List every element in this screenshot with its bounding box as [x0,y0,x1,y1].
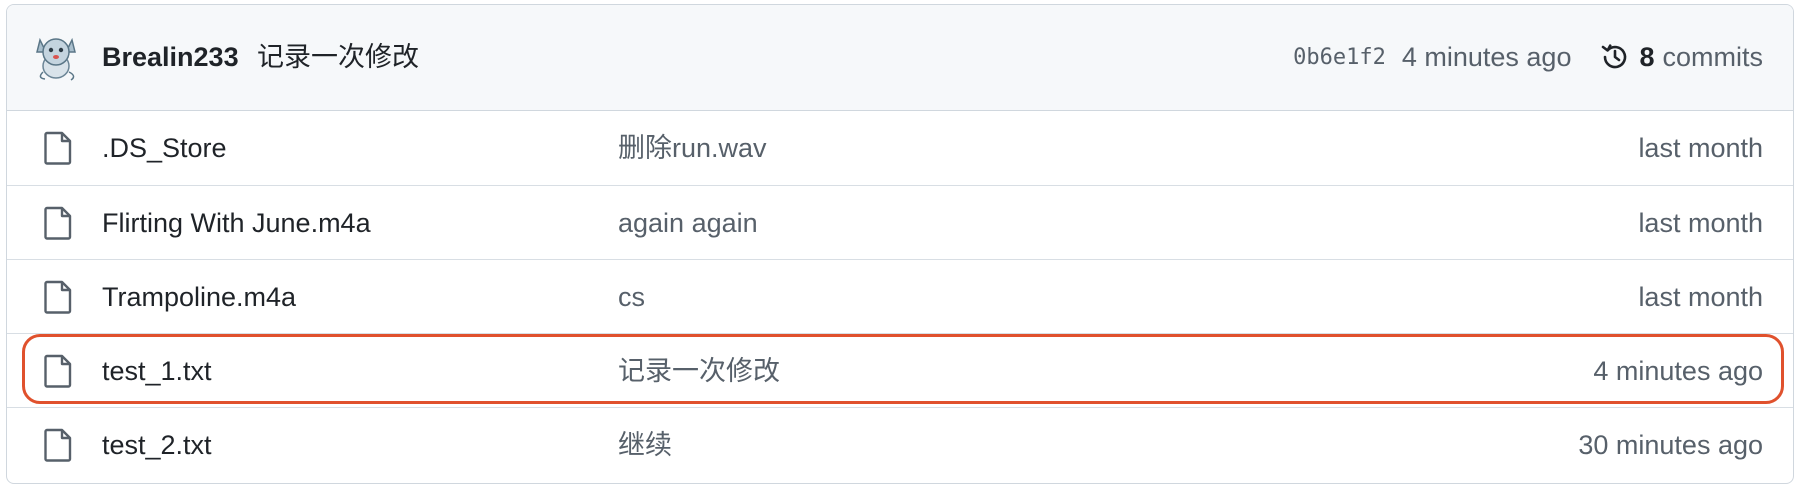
file-commit-message[interactable]: 继续 [618,428,672,462]
file-commit-message[interactable]: cs [618,280,645,314]
commit-meta: 0b6e1f2 4 minutes ago 8 commits [1293,41,1763,73]
file-time: 30 minutes ago [1578,430,1763,460]
file-name[interactable]: test_1.txt [102,354,212,388]
history-icon [1599,41,1631,73]
file-commit-message[interactable]: 记录一次修改 [618,354,780,388]
author-avatar[interactable] [31,32,81,82]
file-name[interactable]: .DS_Store [102,131,227,165]
file-icon [42,354,74,388]
file-row[interactable]: Trampoline.m4a cs last month [7,259,1793,333]
file-time: last month [1638,282,1763,312]
commit-hash[interactable]: 0b6e1f2 [1293,45,1386,70]
latest-commit-header: Brealin233 记录一次修改 0b6e1f2 4 minutes ago … [7,5,1793,111]
commits-label: commits [1662,41,1764,72]
commits-link[interactable]: 8 commits [1599,41,1763,73]
commit-message[interactable]: 记录一次修改 [257,41,419,73]
file-row[interactable]: test_2.txt 继续 30 minutes ago [7,407,1793,481]
file-icon [42,280,74,314]
file-commit-message[interactable]: 删除run.wav [618,131,767,165]
file-name[interactable]: test_2.txt [102,428,212,462]
commit-author[interactable]: Brealin233 [102,41,239,73]
file-commit-message[interactable]: again again [618,206,758,240]
file-list-container: Brealin233 记录一次修改 0b6e1f2 4 minutes ago … [6,4,1794,484]
file-name[interactable]: Trampoline.m4a [102,280,296,314]
file-icon [42,428,74,462]
file-icon [42,131,74,165]
file-time: last month [1638,133,1763,163]
file-time: last month [1638,208,1763,238]
file-row[interactable]: .DS_Store 删除run.wav last month [7,111,1793,185]
file-time: 4 minutes ago [1593,356,1763,386]
file-row-highlighted[interactable]: test_1.txt 记录一次修改 4 minutes ago [7,333,1793,407]
commit-age: 4 minutes ago [1401,41,1572,72]
file-row[interactable]: Flirting With June.m4a again again last … [7,185,1793,259]
commits-count: 8 [1639,41,1655,72]
file-name[interactable]: Flirting With June.m4a [102,206,371,240]
file-icon [42,206,74,240]
